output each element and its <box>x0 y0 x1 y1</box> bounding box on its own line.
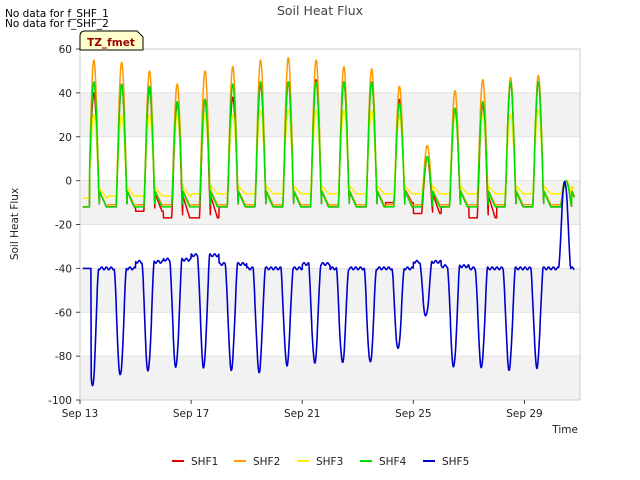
x-tick-label: Sep 21 <box>284 408 321 420</box>
soil-heat-flux-chart: -100 -80 -60 -40 -20 0 20 40 60 Sep 13 Sep 17 Sep 2… <box>9 3 581 468</box>
legend-item-shf4: SHF4 <box>360 456 407 468</box>
y-tick-label: 0 <box>65 176 72 188</box>
y-tick-label: -100 <box>48 395 72 407</box>
y-tick-label: -40 <box>55 263 72 275</box>
x-tick-label: Sep 25 <box>395 408 432 420</box>
y-tick-label: 60 <box>59 44 72 56</box>
legend-label: SHF2 <box>253 456 280 468</box>
legend-item-shf3: SHF3 <box>297 456 343 468</box>
legend-label: SHF3 <box>316 456 343 468</box>
legend-item-shf2: SHF2 <box>234 456 280 468</box>
y-tick-label: -80 <box>55 351 72 363</box>
y-tick-label: 40 <box>59 88 72 100</box>
legend-label: SHF1 <box>191 456 218 468</box>
y-tick-label: 20 <box>59 132 72 144</box>
x-tick-label: Sep 17 <box>173 408 210 420</box>
tz-fmet-badge-label: TZ_fmet <box>87 37 135 49</box>
x-tick-label: Sep 29 <box>506 408 543 420</box>
x-tick-label: Sep 13 <box>62 408 99 420</box>
tz-fmet-badge: TZ_fmet <box>79 30 144 51</box>
y-tick-label: -20 <box>55 220 72 232</box>
y-tick-label: -60 <box>55 307 72 319</box>
legend-label: SHF5 <box>442 456 469 468</box>
legend-item-shf1: SHF1 <box>172 456 218 468</box>
x-axis-title: Time <box>551 424 578 436</box>
legend-label: SHF4 <box>379 456 407 468</box>
chart-title: Soil Heat Flux <box>277 3 363 18</box>
y-axis-title: Soil Heat Flux <box>9 188 21 260</box>
legend-item-shf5: SHF5 <box>423 456 469 468</box>
